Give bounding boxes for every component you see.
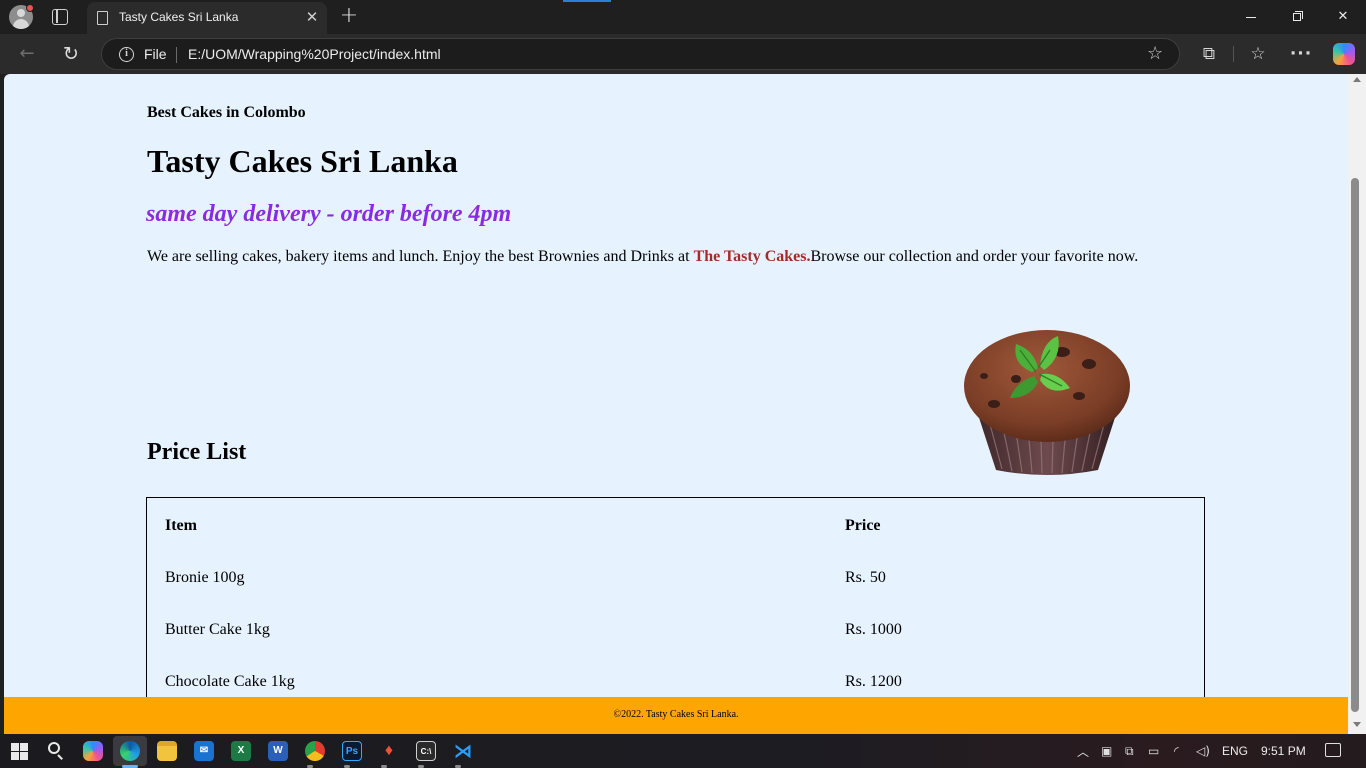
page-footer: ©2022. Tasty Cakes Sri Lanka.: [4, 697, 1348, 734]
info-icon[interactable]: i: [119, 47, 134, 62]
table-row-price: Rs. 50: [845, 569, 886, 586]
plus-icon[interactable]: +: [338, 4, 360, 28]
windows-start-icon[interactable]: [10, 741, 30, 761]
address-divider: [176, 47, 177, 63]
terminal-icon[interactable]: C:\: [416, 741, 436, 761]
site-tagline: Best Cakes in Colombo: [147, 104, 306, 121]
tab-actions-icon[interactable]: [52, 9, 68, 25]
volume-icon[interactable]: ◁): [1196, 743, 1210, 759]
page-title: Tasty Cakes Sri Lanka: [147, 143, 458, 179]
profile-notification-dot: [26, 4, 34, 12]
copilot-taskbar-icon[interactable]: [83, 741, 103, 761]
search-icon[interactable]: [46, 741, 66, 761]
close-icon[interactable]: ✕: [303, 8, 321, 26]
clock[interactable]: 9:51 PM: [1261, 744, 1306, 758]
language-indicator[interactable]: ENG: [1222, 744, 1248, 758]
table-row-item: Bronie 100g: [165, 569, 245, 586]
favorites-icon[interactable]: ☆: [1245, 42, 1271, 66]
page-viewport: Best Cakes in Colombo Tasty Cakes Sri La…: [4, 74, 1348, 734]
toolbar-divider: [1233, 46, 1234, 62]
tab-strip-accent: [563, 0, 611, 2]
file-explorer-icon[interactable]: [157, 741, 177, 761]
minimize-button[interactable]: [1228, 0, 1274, 34]
battery-icon[interactable]: ▭: [1148, 743, 1159, 759]
cupcake-image: [964, 330, 1130, 475]
wifi-icon[interactable]: ◜: [1174, 743, 1179, 759]
copilot-icon[interactable]: [1333, 43, 1355, 65]
star-icon[interactable]: ☆: [1147, 43, 1163, 65]
edge-icon[interactable]: [120, 741, 140, 761]
word-icon[interactable]: W: [268, 741, 288, 761]
price-list-heading: Price List: [147, 439, 247, 465]
footer-copyright: ©2022. Tasty Cakes Sri Lanka.: [613, 709, 739, 720]
address-bar[interactable]: i File E:/UOM/Wrapping%20Project/index.h…: [101, 38, 1180, 70]
table-row-price: Rs. 1200: [845, 673, 902, 690]
table-header-item: Item: [165, 517, 197, 534]
chrome-icon[interactable]: [305, 741, 325, 761]
photoshop-icon[interactable]: Ps: [342, 741, 362, 761]
excel-icon[interactable]: X: [231, 741, 251, 761]
tab-tasty-cakes[interactable]: Tasty Cakes Sri Lanka ✕: [87, 2, 327, 34]
reload-icon[interactable]: ↻: [58, 42, 84, 66]
back-arrow-icon[interactable]: ←: [14, 42, 40, 66]
display-icon[interactable]: ⧉: [1125, 743, 1134, 759]
scroll-up-arrow-icon[interactable]: [1353, 77, 1361, 82]
extensions-icon[interactable]: ⧉: [1196, 42, 1222, 66]
mail-icon[interactable]: ✉: [194, 741, 214, 761]
notification-icon[interactable]: [1325, 743, 1341, 757]
vscode-icon[interactable]: ⋊: [453, 741, 473, 761]
chevron-up-icon[interactable]: ︿: [1077, 743, 1089, 760]
table-row-item: Butter Cake 1kg: [165, 621, 270, 638]
page-scrollbar[interactable]: [1348, 74, 1366, 734]
scroll-thumb[interactable]: [1351, 178, 1359, 712]
address-scheme-label: File: [144, 46, 167, 62]
scroll-down-arrow-icon[interactable]: [1353, 722, 1361, 727]
tab-title: Tasty Cakes Sri Lanka: [119, 10, 239, 24]
intro-text: We are selling cakes, bakery items and l…: [147, 248, 694, 265]
table-header-price: Price: [845, 517, 881, 534]
more-icon[interactable]: ···: [1288, 42, 1314, 66]
meet-icon[interactable]: ▣: [1101, 743, 1112, 759]
restore-button[interactable]: [1274, 0, 1320, 34]
window-close-button[interactable]: ✕: [1320, 0, 1366, 34]
brand-name: The Tasty Cakes.: [693, 248, 811, 265]
url-text[interactable]: E:/UOM/Wrapping%20Project/index.html: [188, 46, 441, 62]
delivery-note: same day delivery - order before 4pm: [146, 201, 512, 227]
windows-taskbar: ✉ X W Ps ♦ C:\ ⋊ ︿ ▣ ⧉ ▭ ◜ ◁) ENG 9:51 P…: [0, 734, 1366, 768]
browser-title-bar: Tasty Cakes Sri Lanka ✕ + ✕: [0, 0, 1366, 34]
intro-paragraph: We are selling cakes, bakery items and l…: [147, 248, 1138, 266]
browser-toolbar: ← ↻ i File E:/UOM/Wrapping%20Project/ind…: [0, 34, 1366, 74]
intro-text-end: Browse our collection and order your fav…: [810, 248, 1139, 265]
page-icon: [97, 11, 108, 25]
git-icon[interactable]: ♦: [379, 741, 399, 761]
table-row-price: Rs. 1000: [845, 621, 902, 638]
table-row-item: Chocolate Cake 1kg: [165, 673, 295, 690]
